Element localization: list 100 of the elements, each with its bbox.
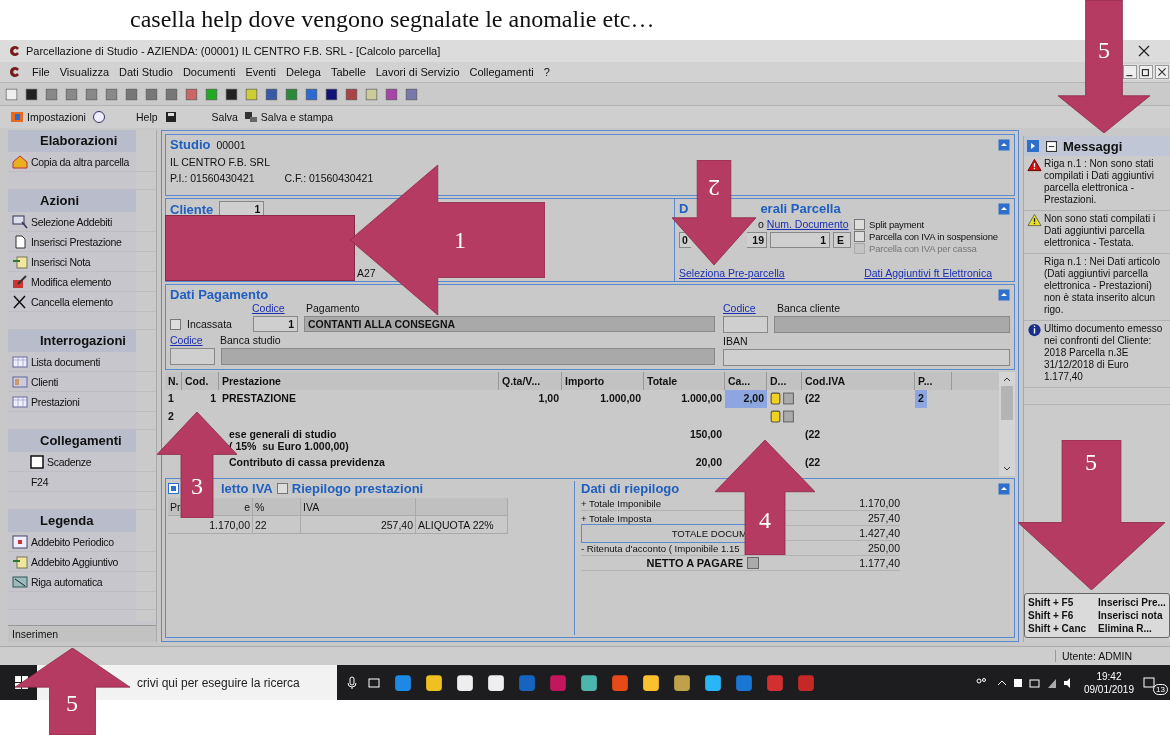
- menu-item[interactable]: Collegamenti: [469, 66, 534, 78]
- tab-label[interactable]: letto IVA: [221, 481, 273, 496]
- menu-item[interactable]: Documenti: [182, 66, 236, 78]
- close-icon[interactable]: [1138, 45, 1150, 57]
- collapse-icon[interactable]: [1046, 140, 1057, 152]
- checkbox-label: Parcella con IVA per cassa: [869, 242, 977, 254]
- document-number-field[interactable]: 1: [770, 232, 830, 248]
- close-icon[interactable]: [1155, 65, 1169, 79]
- checkbox[interactable]: [276, 483, 288, 494]
- sidebar-item[interactable]: Modifica elemento: [8, 272, 156, 292]
- pre-invoice-link[interactable]: Seleziona Pre-parcella: [679, 267, 785, 279]
- iban-field[interactable]: [723, 349, 1010, 366]
- code-link[interactable]: Codice: [723, 302, 771, 314]
- e-invoice-data-link[interactable]: Dati Aggiuntivi ft Elettronica: [864, 267, 992, 279]
- sidebar-item[interactable]: Riga automatica: [8, 572, 156, 592]
- column-header[interactable]: Cod.IVA: [802, 372, 915, 390]
- sidebar-item[interactable]: Addebito Aggiuntivo: [8, 552, 156, 572]
- panel-title: Messaggi: [1063, 138, 1123, 154]
- column-header[interactable]: Importo: [562, 372, 644, 390]
- table-cell-text: 1,00: [537, 391, 560, 406]
- sidebar-item[interactable]: Clienti: [8, 372, 156, 392]
- field-label: o: [758, 218, 764, 230]
- checkbox[interactable]: [854, 218, 865, 230]
- help-button[interactable]: Help: [135, 111, 158, 123]
- restore-icon[interactable]: [1139, 65, 1153, 79]
- sidebar-item[interactable]: Inserisci Prestazione: [8, 232, 156, 252]
- panel-toggle-icon[interactable]: [1026, 139, 1040, 153]
- studio-code: 00001: [216, 138, 246, 151]
- scroll-up-icon[interactable]: [1002, 375, 1012, 383]
- shortcut-action[interactable]: Elimina R...: [1098, 623, 1152, 634]
- task-view-icon[interactable]: [367, 675, 381, 690]
- sidebar-item[interactable]: Prestazioni: [8, 392, 156, 412]
- date-field-end[interactable]: 19: [747, 232, 767, 248]
- column-header[interactable]: Cod.: [182, 372, 219, 390]
- menu-item[interactable]: ?: [543, 66, 550, 78]
- menu-item[interactable]: Eventi: [245, 66, 277, 78]
- scrollbar[interactable]: [999, 372, 1015, 476]
- taskbar-app-icon[interactable]: [487, 673, 505, 692]
- save-print-icon: [243, 110, 258, 124]
- taskbar-app-icon[interactable]: [642, 673, 660, 692]
- column-header[interactable]: Totale: [644, 372, 725, 390]
- bank-name-field[interactable]: [221, 348, 715, 365]
- summary-value: 1.177,40: [859, 557, 900, 569]
- clock-date[interactable]: 09/01/2019: [1083, 682, 1134, 696]
- sidebar-item[interactable]: Addebito Periodico: [8, 532, 156, 552]
- message-text: Riga n.1 : Nei Dati articolo (Dati aggiuntivi parcella elettronica - Prestazioni) non è stata inserito alcun rigo.: [1044, 256, 1162, 316]
- table-cell-text: 1.000,00: [680, 391, 723, 406]
- sidebar-item[interactable]: Lista documenti: [8, 352, 156, 372]
- shortcut-action[interactable]: Inserisci nota: [1098, 610, 1163, 621]
- column-header[interactable]: Prestazione: [219, 372, 499, 390]
- menu-item[interactable]: Visualizza: [59, 66, 110, 78]
- sidebar-item[interactable]: Copia da altra parcella: [8, 152, 156, 172]
- menu-item[interactable]: Dati Studio: [119, 66, 173, 78]
- details-button[interactable]: [747, 557, 759, 569]
- settings-button[interactable]: Impostazioni: [10, 110, 86, 124]
- client-bank-field[interactable]: [774, 316, 1010, 333]
- client-link[interactable]: Cliente: [170, 201, 214, 217]
- document-number-link[interactable]: Num. Documento: [766, 218, 849, 230]
- taskbar-app-icon[interactable]: [580, 673, 598, 692]
- payment-code-field[interactable]: 1: [253, 316, 298, 332]
- checkbox[interactable]: [854, 230, 865, 242]
- code-link[interactable]: Codice: [170, 334, 214, 346]
- clock-time[interactable]: 19:42: [1096, 669, 1122, 683]
- column-header[interactable]: N.: [165, 372, 182, 390]
- scrollbar-thumb[interactable]: [1001, 386, 1013, 420]
- taskbar-app-icon[interactable]: [673, 673, 691, 692]
- client-bank-code-field[interactable]: [723, 316, 768, 333]
- checkbox[interactable]: [28, 454, 44, 469]
- save-button[interactable]: Salva: [211, 111, 238, 123]
- sidebar-item[interactable]: Cancella elemento: [8, 292, 156, 312]
- save-print-button[interactable]: Salva e stampa: [243, 110, 334, 124]
- scroll-down-icon[interactable]: [1002, 465, 1012, 473]
- taskbar-app-icon[interactable]: [456, 673, 474, 692]
- sidebar-item[interactable]: F24: [8, 472, 156, 492]
- menu-item[interactable]: Tabelle: [330, 66, 366, 78]
- column-header[interactable]: Q.ta/V...: [499, 372, 562, 390]
- minimize-icon[interactable]: [1123, 65, 1137, 79]
- sidebar-item[interactable]: Selezione Addebiti: [8, 212, 156, 232]
- taskbar-app-icon[interactable]: [425, 673, 443, 692]
- taskbar-app-icon[interactable]: [704, 673, 722, 692]
- menu-item[interactable]: Lavori di Servizio: [375, 66, 460, 78]
- microphone-icon[interactable]: [345, 675, 359, 690]
- checkbox[interactable]: [168, 483, 179, 494]
- table-icon: [12, 354, 28, 369]
- error-icon: [1026, 158, 1042, 172]
- tab-label[interactable]: Riepilogo prestazioni: [291, 481, 424, 496]
- document-suffix-field[interactable]: E: [833, 232, 851, 248]
- code-link[interactable]: Codice: [252, 302, 300, 314]
- checkbox[interactable]: [170, 318, 181, 330]
- note-arrow-icon: [12, 554, 28, 569]
- sidebar-item[interactable]: Scadenze: [8, 452, 156, 472]
- menu-item[interactable]: Delega: [286, 66, 321, 78]
- sidebar-item[interactable]: Inserisci Nota: [8, 252, 156, 272]
- shortcut-action[interactable]: Inserisci Pre...: [1098, 597, 1166, 608]
- column-header[interactable]: D...: [767, 372, 802, 390]
- bank-code-field[interactable]: [170, 348, 215, 365]
- page-icon: [12, 234, 28, 249]
- menu-item[interactable]: File: [32, 66, 50, 78]
- notification-icon[interactable]: [1142, 675, 1156, 690]
- payment-method-field[interactable]: CONTANTI ALLA CONSEGNA: [304, 316, 715, 332]
